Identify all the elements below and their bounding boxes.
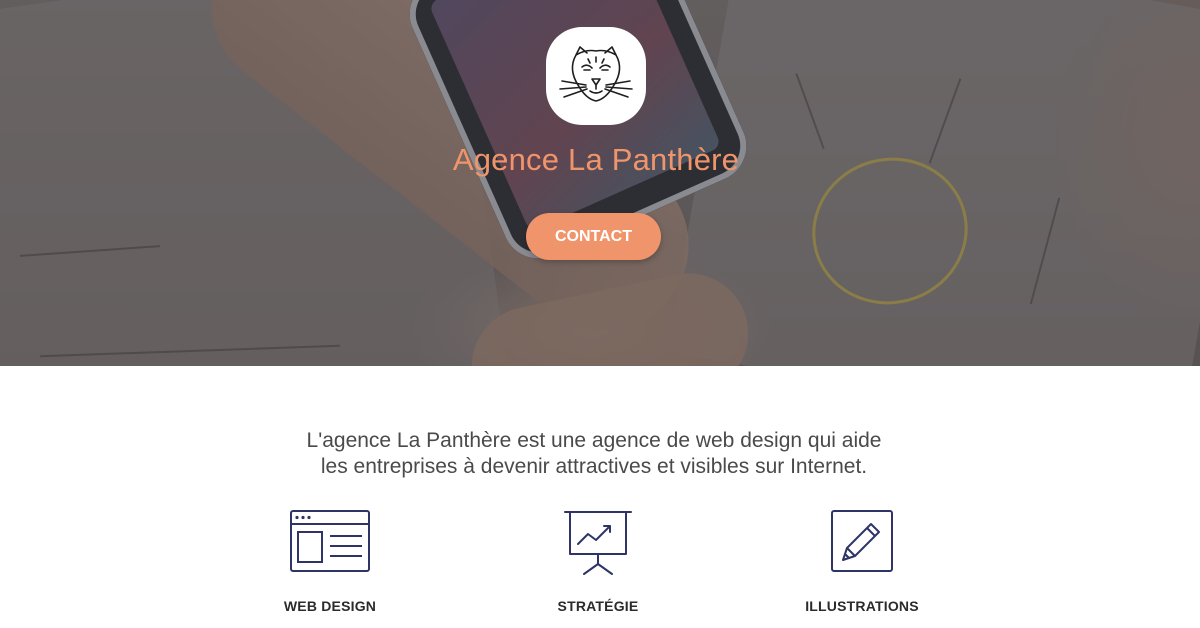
service-label: ILLUSTRATIONS bbox=[805, 598, 919, 614]
contact-button[interactable]: CONTACT bbox=[526, 213, 661, 260]
service-label: WEB DESIGN bbox=[283, 598, 377, 614]
service-strategie[interactable]: STRATÉGIE bbox=[498, 510, 698, 614]
browser-window-icon bbox=[290, 510, 370, 572]
service-illustrations[interactable]: ILLUSTRATIONS bbox=[762, 510, 962, 614]
presentation-chart-icon bbox=[564, 511, 632, 575]
service-label: STRATÉGIE bbox=[557, 598, 639, 614]
hero-banner: Agence La Panthère CONTACT bbox=[0, 0, 1200, 366]
page-title: Agence La Panthère bbox=[452, 142, 740, 177]
intro-text: L'agence La Panthère est une agence de w… bbox=[0, 428, 1188, 480]
intro-line: les entreprises à devenir attractives et… bbox=[320, 455, 868, 478]
logo[interactable] bbox=[546, 27, 646, 125]
service-web-design[interactable]: WEB DESIGN bbox=[230, 510, 430, 614]
intro-line: L'agence La Panthère est une agence de w… bbox=[306, 429, 882, 452]
pencil-frame-icon bbox=[831, 510, 893, 572]
panther-head-icon bbox=[559, 46, 633, 102]
